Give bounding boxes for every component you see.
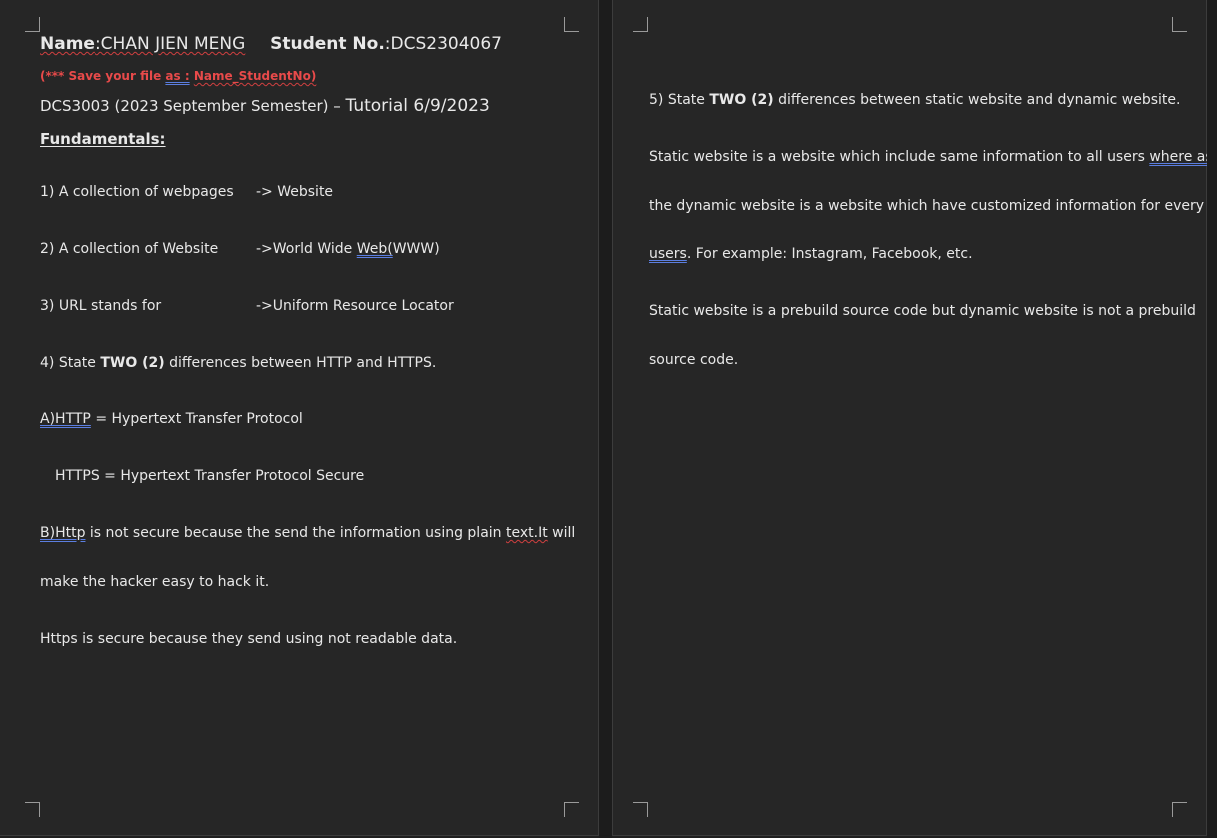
student-no-label: Student No. — [270, 34, 385, 54]
page-gap — [599, 0, 612, 838]
page-corner-mark — [1172, 17, 1187, 32]
question-2: 2) A collection of Website ->World Wide … — [40, 241, 440, 257]
save-file-note: (*** Save your file as : Name_StudentNo) — [40, 69, 317, 83]
name-label: Name — [40, 34, 95, 54]
answer-b-https: Https is secure because they send using … — [40, 631, 458, 647]
student-info-line: Name:CHAN JIEN MENG Student No.:DCS23040… — [40, 35, 502, 53]
scroll-area-edge — [1207, 0, 1217, 838]
document-page-2[interactable]: 5) State TWO (2) differences between sta… — [612, 0, 1213, 836]
answer-b-http-line1: B)Http is not secure because the send th… — [40, 525, 576, 541]
question-3: 3) URL stands for ->Uniform Resource Loc… — [40, 298, 454, 314]
section-heading: Fundamentals: — [40, 130, 166, 148]
page-corner-mark — [564, 17, 579, 32]
answer-5-p1-line3: users. For example: Instagram, Facebook,… — [649, 246, 973, 262]
question-5: 5) State TWO (2) differences between sta… — [649, 92, 1181, 108]
answer-a-http: A)HTTP = Hypertext Transfer Protocol — [40, 411, 303, 427]
page-corner-mark — [633, 17, 648, 32]
student-no-value: :DCS2304067 — [384, 34, 502, 54]
course-title: DCS3003 (2023 September Semester) – Tuto… — [40, 96, 490, 116]
name-value: :CHAN JIEN MENG — [94, 34, 246, 54]
document-workspace: Name:CHAN JIEN MENG Student No.:DCS23040… — [0, 0, 1217, 838]
question-1: 1) A collection of webpages -> Website — [40, 184, 334, 200]
answer-5-p1-line1: Static website is a website which includ… — [649, 149, 1213, 165]
answer-5-p2-line2: source code. — [649, 352, 739, 368]
document-page-1[interactable]: Name:CHAN JIEN MENG Student No.:DCS23040… — [0, 0, 599, 836]
answer-5-p2-line1: Static website is a prebuild source code… — [649, 303, 1196, 319]
page-corner-mark — [25, 17, 40, 32]
question-4: 4) State TWO (2) differences between HTT… — [40, 355, 437, 371]
page-corner-mark — [633, 802, 648, 817]
page-corner-mark — [564, 802, 579, 817]
answer-5-p1-line2: the dynamic website is a website which h… — [649, 198, 1205, 214]
page-corner-mark — [25, 802, 40, 817]
answer-a-https: HTTPS = Hypertext Transfer Protocol Secu… — [55, 468, 365, 484]
answer-b-http-line2: make the hacker easy to hack it. — [40, 574, 270, 590]
page-corner-mark — [1172, 802, 1187, 817]
